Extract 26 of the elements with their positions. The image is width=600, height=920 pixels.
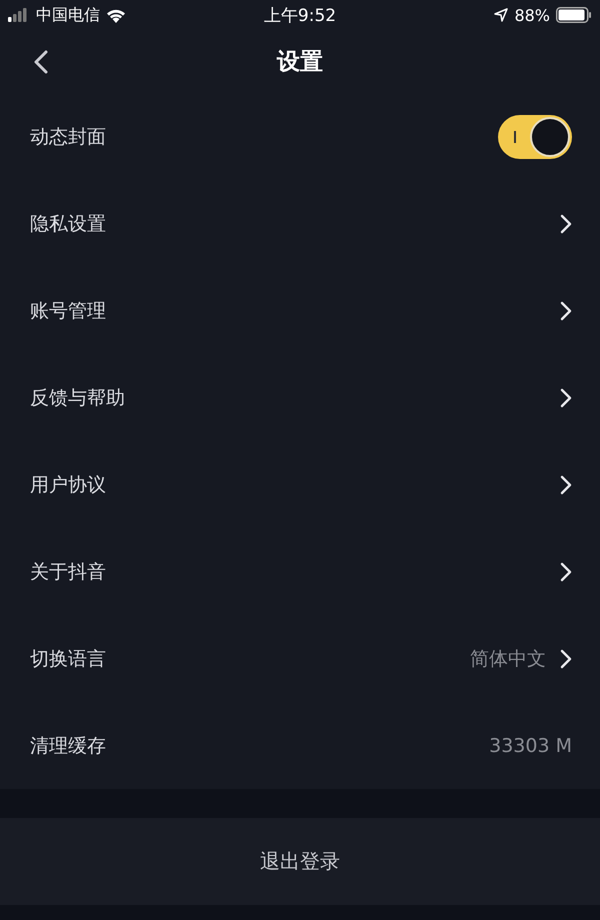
wifi-icon	[106, 8, 126, 22]
battery-icon	[556, 7, 592, 23]
setting-value: 33303 M	[489, 734, 572, 756]
chevron-right-icon[interactable]	[560, 214, 572, 234]
carrier-name: 中国电信	[36, 4, 100, 26]
location-icon	[494, 8, 508, 22]
chevron-right-icon[interactable]	[560, 300, 572, 320]
setting-value: 简体中文	[470, 646, 546, 672]
setting-label: 反馈与帮助	[30, 386, 125, 410]
logout-button[interactable]: 退出登录	[0, 818, 600, 905]
battery-percentage: 88%	[514, 6, 550, 24]
page-title: 设置	[277, 48, 323, 77]
setting-label: 隐私设置	[30, 212, 106, 236]
toggle-switch[interactable]	[498, 114, 572, 158]
setting-label: 关于抖音	[30, 560, 106, 584]
setting-label: 账号管理	[30, 298, 106, 324]
chevron-right-icon[interactable]	[560, 648, 572, 668]
chevron-right-icon[interactable]	[560, 474, 572, 494]
chevron-right-icon[interactable]	[560, 388, 572, 408]
setting-label: 切换语言	[30, 646, 106, 672]
setting-label: 清理缓存	[30, 734, 106, 758]
setting-label: 动态封面	[30, 124, 106, 150]
setting-label: 用户协议	[30, 472, 106, 498]
chevron-right-icon[interactable]	[560, 562, 572, 582]
clock-time: 上午9:52	[264, 4, 336, 26]
back-icon	[34, 50, 48, 74]
